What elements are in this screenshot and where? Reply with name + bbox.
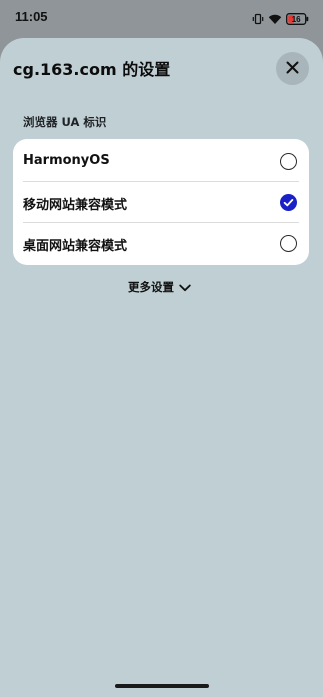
more-settings-button[interactable]: 更多设置 bbox=[128, 277, 191, 296]
settings-sheet: cg.163.com 的设置 浏览器 UA 标识 HarmonyOS 移动网站兼… bbox=[0, 38, 323, 697]
status-icons: 16 bbox=[252, 10, 309, 29]
battery-level: 16 bbox=[292, 15, 301, 24]
ua-option-label: HarmonyOS bbox=[23, 153, 110, 168]
screen: 11:05 16 cg.163.com 的设置 浏览器 UA 标识 Harmon… bbox=[0, 0, 323, 697]
radio-unchecked-icon[interactable] bbox=[280, 235, 297, 252]
ua-option-mobile[interactable]: 移动网站兼容模式 bbox=[13, 182, 309, 222]
battery-icon: 16 bbox=[286, 10, 309, 29]
status-time: 11:05 bbox=[15, 9, 48, 24]
status-bar: 11:05 16 bbox=[0, 0, 323, 36]
wifi-icon bbox=[268, 10, 282, 29]
home-indicator[interactable] bbox=[115, 684, 209, 688]
ua-section-label: 浏览器 UA 标识 bbox=[23, 115, 107, 129]
chevron-down-icon bbox=[179, 277, 191, 296]
ua-option-label: 桌面网站兼容模式 bbox=[23, 239, 128, 254]
close-icon bbox=[286, 59, 299, 78]
radio-checked-icon[interactable] bbox=[280, 194, 297, 211]
close-button[interactable] bbox=[276, 52, 309, 85]
sheet-title: cg.163.com 的设置 bbox=[13, 60, 171, 79]
vibrate-icon bbox=[252, 10, 264, 29]
more-settings-label: 更多设置 bbox=[128, 279, 174, 294]
ua-option-label: 移动网站兼容模式 bbox=[23, 198, 128, 213]
ua-options-card: HarmonyOS 移动网站兼容模式 桌面网站兼容模式 bbox=[13, 139, 309, 265]
ua-option-desktop[interactable]: 桌面网站兼容模式 bbox=[13, 223, 309, 263]
radio-unchecked-icon[interactable] bbox=[280, 153, 297, 170]
ua-option-harmonyos[interactable]: HarmonyOS bbox=[13, 141, 309, 181]
